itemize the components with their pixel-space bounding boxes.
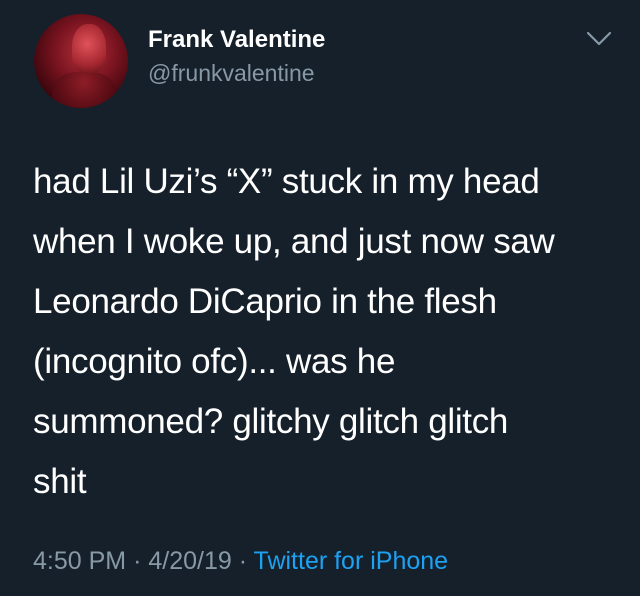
tweet-source-link[interactable]: Twitter for iPhone — [254, 547, 449, 575]
tweet-text: had Lil Uzi’s “X” stuck in my head when … — [33, 152, 623, 512]
tweet-text-line: had Lil Uzi’s “X” stuck in my head — [33, 162, 540, 201]
user-handle[interactable]: @frunkvalentine — [148, 60, 315, 87]
avatar[interactable] — [34, 14, 128, 108]
tweet-meta: 4:50 PM · 4/20/19 · Twitter for iPhone — [33, 547, 448, 576]
avatar-figure — [52, 72, 116, 108]
tweet: Frank Valentine @frunkvalentine had Lil … — [0, 0, 640, 596]
meta-separator: · — [238, 547, 248, 575]
avatar-face — [72, 24, 106, 74]
tweet-text-line: (incognito ofc)... was he — [33, 342, 396, 381]
tweet-text-line: Leonardo DiCaprio in the flesh — [33, 282, 497, 321]
tweet-text-line: when I woke up, and just now saw — [33, 222, 555, 261]
chevron-down-icon[interactable] — [586, 30, 612, 48]
tweet-text-line: shit — [33, 462, 87, 501]
meta-separator: · — [133, 547, 142, 575]
tweet-date[interactable]: 4/20/19 — [148, 547, 231, 575]
display-name[interactable]: Frank Valentine — [148, 26, 325, 54]
tweet-time[interactable]: 4:50 PM — [33, 547, 126, 575]
tweet-text-line: summoned? glitchy glitch glitch — [33, 402, 509, 441]
